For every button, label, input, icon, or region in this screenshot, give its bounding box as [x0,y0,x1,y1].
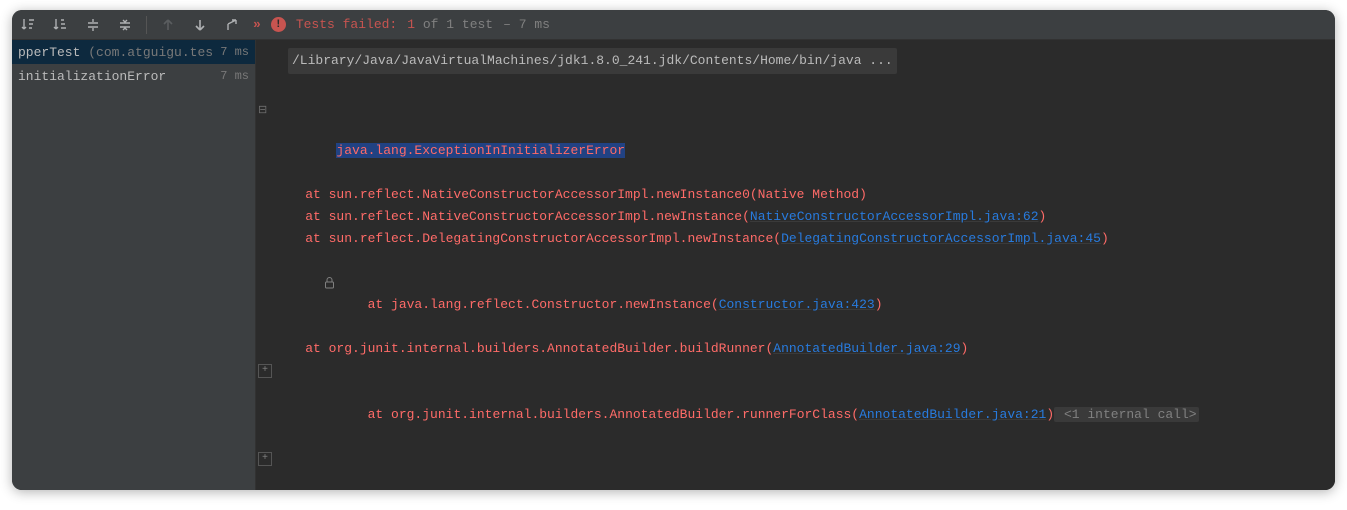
source-link[interactable]: Constructor.java:423 [719,297,875,312]
toolbar-divider [146,16,147,34]
stack-line: at java.lang.reflect.Constructor.newInst… [256,250,1335,338]
export-results-icon[interactable] [221,14,243,36]
next-failed-icon[interactable] [189,14,211,36]
source-link[interactable]: NativeConstructorAccessorImpl.java:62 [750,209,1039,224]
expand-plus-icon[interactable]: + [258,452,272,466]
stack-line: + at org.junit.internal.builders.AllDefa… [256,448,1335,490]
source-link[interactable]: AnnotatedBuilder.java:29 [773,341,960,356]
expand-plus-icon[interactable]: + [258,364,272,378]
stack-line: at sun.reflect.DelegatingConstructorAcce… [256,228,1335,250]
prev-failed-icon[interactable] [157,14,179,36]
console-output[interactable]: /Library/Java/JavaVirtualMachines/jdk1.8… [256,40,1335,490]
tree-row-name: pperTest (com.atguigu.test) [18,45,214,60]
tests-failed-label: Tests failed: [296,17,397,32]
tree-row-test[interactable]: initializationError 7 ms [12,64,255,88]
stack-line: at sun.reflect.NativeConstructorAccessor… [256,206,1335,228]
exception-line: ⊟ java.lang.ExceptionInInitializerError [256,96,1335,184]
sort-duration-icon[interactable] [50,14,72,36]
tree-row-name: initializationError [18,69,166,84]
test-toolbar: » ! Tests failed: 1 of 1 test – 7 ms [12,10,1335,40]
collapse-all-icon[interactable] [114,14,136,36]
source-link[interactable]: DelegatingConstructorAccessorImpl.java:4… [781,231,1101,246]
duration-label: – 7 ms [503,17,550,32]
tree-row-class[interactable]: pperTest (com.atguigu.test) 7 ms [12,40,255,64]
failed-status-icon: ! [271,17,286,32]
main-area: pperTest (com.atguigu.test) 7 ms initial… [12,40,1335,490]
failed-count: 1 of 1 test [407,17,493,32]
test-tree-panel[interactable]: pperTest (com.atguigu.test) 7 ms initial… [12,40,256,490]
tree-row-time: 7 ms [220,45,249,59]
source-link[interactable]: AnnotatedBuilder.java:21 [859,407,1046,422]
sort-alpha-icon[interactable] [18,14,40,36]
stack-line: + at org.junit.internal.builders.Annotat… [256,360,1335,448]
stack-line: at sun.reflect.NativeConstructorAccessor… [256,184,1335,206]
lock-icon [258,254,335,320]
stack-line: at org.junit.internal.builders.Annotated… [256,338,1335,360]
command-line: /Library/Java/JavaVirtualMachines/jdk1.8… [256,48,1335,74]
internal-calls-badge[interactable]: <1 internal call> [1054,407,1198,422]
fold-minus-icon[interactable]: ⊟ [258,100,267,122]
expand-all-icon[interactable] [82,14,104,36]
ide-run-tool-window: » ! Tests failed: 1 of 1 test – 7 ms ppe… [12,10,1335,490]
tree-row-time: 7 ms [220,69,249,83]
overflow-chevron-icon[interactable]: » [253,17,261,32]
